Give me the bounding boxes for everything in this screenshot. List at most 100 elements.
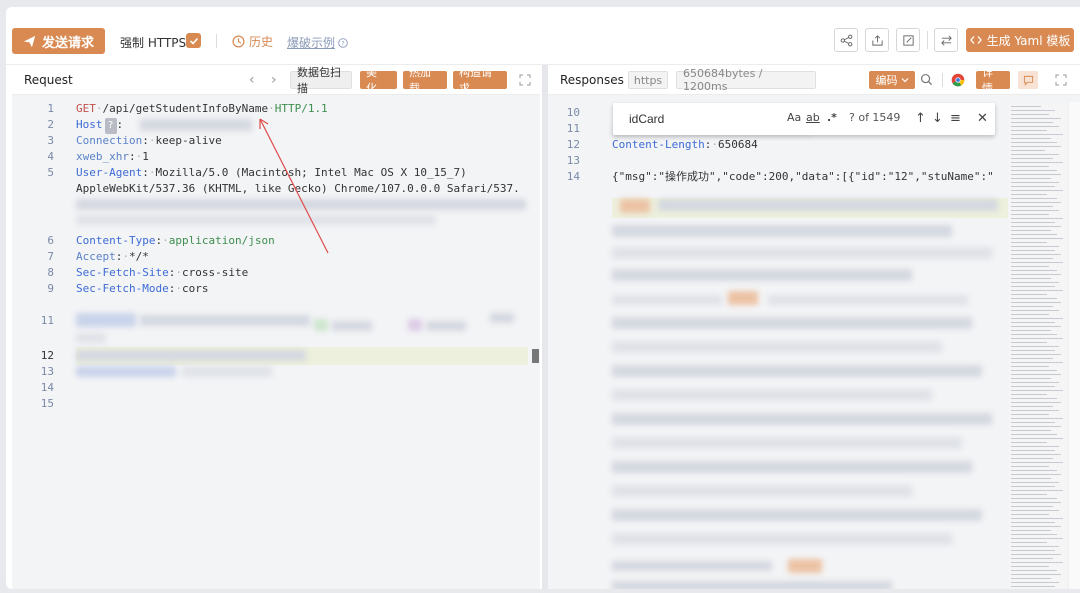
line-number: 7: [47, 250, 54, 263]
whole-word-toggle[interactable]: ab: [806, 111, 820, 124]
response-body: {"msg":"操作成功","code":200,"data":[{"id":"…: [612, 170, 994, 183]
line-number: 8: [47, 266, 54, 279]
header-key: xweb_xhr: [76, 150, 129, 163]
header-key: Host: [76, 118, 103, 131]
chevron-right-icon[interactable]: ›: [271, 72, 277, 88]
brute-example-link[interactable]: 爆破示例 ?: [287, 34, 348, 51]
annotation-arrow: [259, 118, 329, 254]
redacted-value: [76, 350, 306, 361]
line-number: 12: [566, 138, 580, 151]
line-number: 11: [566, 122, 580, 135]
force-https-checkbox[interactable]: [186, 33, 201, 48]
stats-label: 650684bytes / 1200ms: [683, 67, 763, 93]
divider: [942, 73, 943, 87]
packet-scan-button[interactable]: 数据包扫描: [290, 66, 352, 95]
line-number: 15: [40, 397, 54, 410]
header-key: Sec-Fetch-Mode: [76, 282, 169, 295]
stats-badge: 650684bytes / 1200ms: [676, 67, 816, 93]
redacted-value: [76, 366, 176, 377]
close-icon[interactable]: ✕: [977, 111, 988, 126]
line-number: 12: [40, 349, 54, 362]
encode-label: 编码: [875, 74, 898, 87]
send-icon: [23, 35, 36, 47]
header-key: Sec-Fetch-Site: [76, 266, 169, 279]
redacted-value: [332, 321, 372, 331]
export-button[interactable]: [865, 28, 889, 52]
header-separator: :: [116, 118, 124, 131]
line-number: 6: [47, 234, 54, 247]
divider: [927, 31, 928, 49]
response-panel-header: Responses https 650684bytes / 1200ms 编码 …: [548, 65, 1080, 95]
generate-yaml-button[interactable]: 生成 Yaml 模板: [966, 28, 1074, 52]
header-value: 650684: [717, 138, 758, 151]
send-request-label: 发送请求: [41, 35, 94, 51]
search-icon[interactable]: [920, 73, 933, 86]
redacted-value: [612, 485, 912, 497]
scheme-label: https: [633, 73, 663, 87]
redacted-value: [612, 533, 952, 545]
redacted-value: [612, 581, 892, 589]
redacted-value: [76, 313, 136, 327]
detail-button[interactable]: 详 情: [976, 66, 1010, 95]
line-number: 11: [40, 314, 54, 327]
line-number: 9: [47, 282, 54, 295]
find-input[interactable]: [629, 110, 779, 128]
app-window: 发送请求 强制 HTTPS 历史 爆破示例 ? 生成 Yaml 模板 Reque…: [6, 7, 1080, 589]
redacted-value: [612, 413, 992, 425]
line-number: 14: [566, 170, 580, 183]
scroll-marker: [532, 349, 539, 363]
edit-button[interactable]: [896, 28, 920, 52]
redacted-value: [426, 321, 466, 331]
history-button[interactable]: 历史: [232, 33, 273, 50]
vertical-scrollbar[interactable]: [1068, 102, 1080, 589]
response-panel: Responses https 650684bytes / 1200ms 编码 …: [548, 65, 1080, 589]
line-number: 4: [47, 150, 54, 163]
help-icon: ?: [338, 37, 348, 48]
request-panel-header: Request ‹ › 数据包扫描 美 化 热加载 构造请求: [12, 65, 540, 95]
request-title: Request: [24, 73, 73, 87]
line-number: 2: [47, 118, 54, 131]
line-number: 3: [47, 134, 54, 147]
chrome-icon[interactable]: [951, 73, 965, 87]
redacted-value: [76, 333, 106, 343]
encode-dropdown[interactable]: 编码: [869, 71, 915, 89]
header-key: Content-Type: [76, 234, 156, 247]
redacted-value: [612, 247, 992, 259]
generate-yaml-label: 生成 Yaml 模板: [986, 33, 1071, 48]
header-value: */*: [129, 250, 149, 263]
force-https-label: 强制 HTTPS: [120, 36, 187, 50]
regex-toggle[interactable]: .*: [827, 111, 837, 124]
send-request-button[interactable]: 发送请求: [12, 28, 105, 54]
comment-icon: [1023, 75, 1033, 86]
beautify-label: 美 化: [366, 66, 377, 95]
redacted-value: [408, 319, 422, 331]
response-title: Responses: [560, 73, 624, 87]
selection-icon[interactable]: ≡: [950, 111, 961, 126]
redacted-value: [788, 559, 822, 573]
beautify-button[interactable]: 美 化: [360, 66, 397, 95]
arrow-down-icon[interactable]: ↓: [932, 111, 943, 126]
expand-icon[interactable]: [519, 74, 531, 86]
header-value: 1: [142, 150, 149, 163]
hotload-button[interactable]: 热加载: [403, 66, 447, 95]
upload-icon: [871, 34, 883, 46]
line-number: 13: [40, 365, 54, 378]
chevron-left-icon[interactable]: ‹: [249, 72, 255, 88]
packet-scan-label: 数据包扫描: [297, 66, 341, 95]
minimap[interactable]: [1009, 102, 1067, 589]
redacted-value: [490, 313, 514, 323]
line-number: 14: [40, 381, 54, 394]
redacted-value: [314, 319, 328, 331]
brute-example-label: 爆破示例: [287, 36, 336, 50]
expand-icon[interactable]: [1055, 74, 1067, 86]
header-value: keep-alive: [155, 134, 222, 147]
comment-button[interactable]: [1018, 71, 1038, 89]
arrow-up-icon[interactable]: ↑: [915, 111, 926, 126]
line-number: 1: [47, 102, 54, 115]
swap-button[interactable]: [934, 28, 958, 52]
share-button[interactable]: [834, 28, 858, 52]
match-case-toggle[interactable]: Aa: [787, 111, 801, 124]
redacted-value: [728, 291, 758, 305]
line-number: 13: [566, 154, 580, 167]
build-request-button[interactable]: 构造请求: [453, 66, 507, 95]
